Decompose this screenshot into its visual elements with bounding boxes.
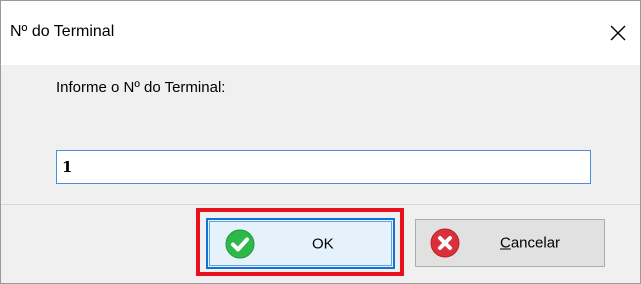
button-bar: OK Cancelar bbox=[1, 205, 640, 283]
close-icon bbox=[610, 25, 626, 41]
close-button[interactable] bbox=[596, 11, 640, 55]
terminal-dialog: Nº do Terminal Informe o Nº do Terminal:… bbox=[0, 0, 641, 284]
terminal-prompt-label: Informe o Nº do Terminal: bbox=[56, 79, 226, 96]
cancel-accelerator: C bbox=[500, 234, 511, 252]
dialog-body: Informe o Nº do Terminal: bbox=[1, 65, 640, 204]
terminal-number-input[interactable] bbox=[56, 150, 591, 184]
title-bar: Nº do Terminal bbox=[1, 1, 640, 65]
dialog-title: Nº do Terminal bbox=[10, 23, 115, 40]
x-circle-icon bbox=[430, 228, 460, 258]
cancel-rest: ancelar bbox=[510, 234, 561, 252]
cancel-button[interactable]: Cancelar bbox=[415, 219, 605, 267]
cancel-button-label: Cancelar bbox=[500, 235, 560, 252]
ok-highlight-box bbox=[196, 208, 404, 276]
